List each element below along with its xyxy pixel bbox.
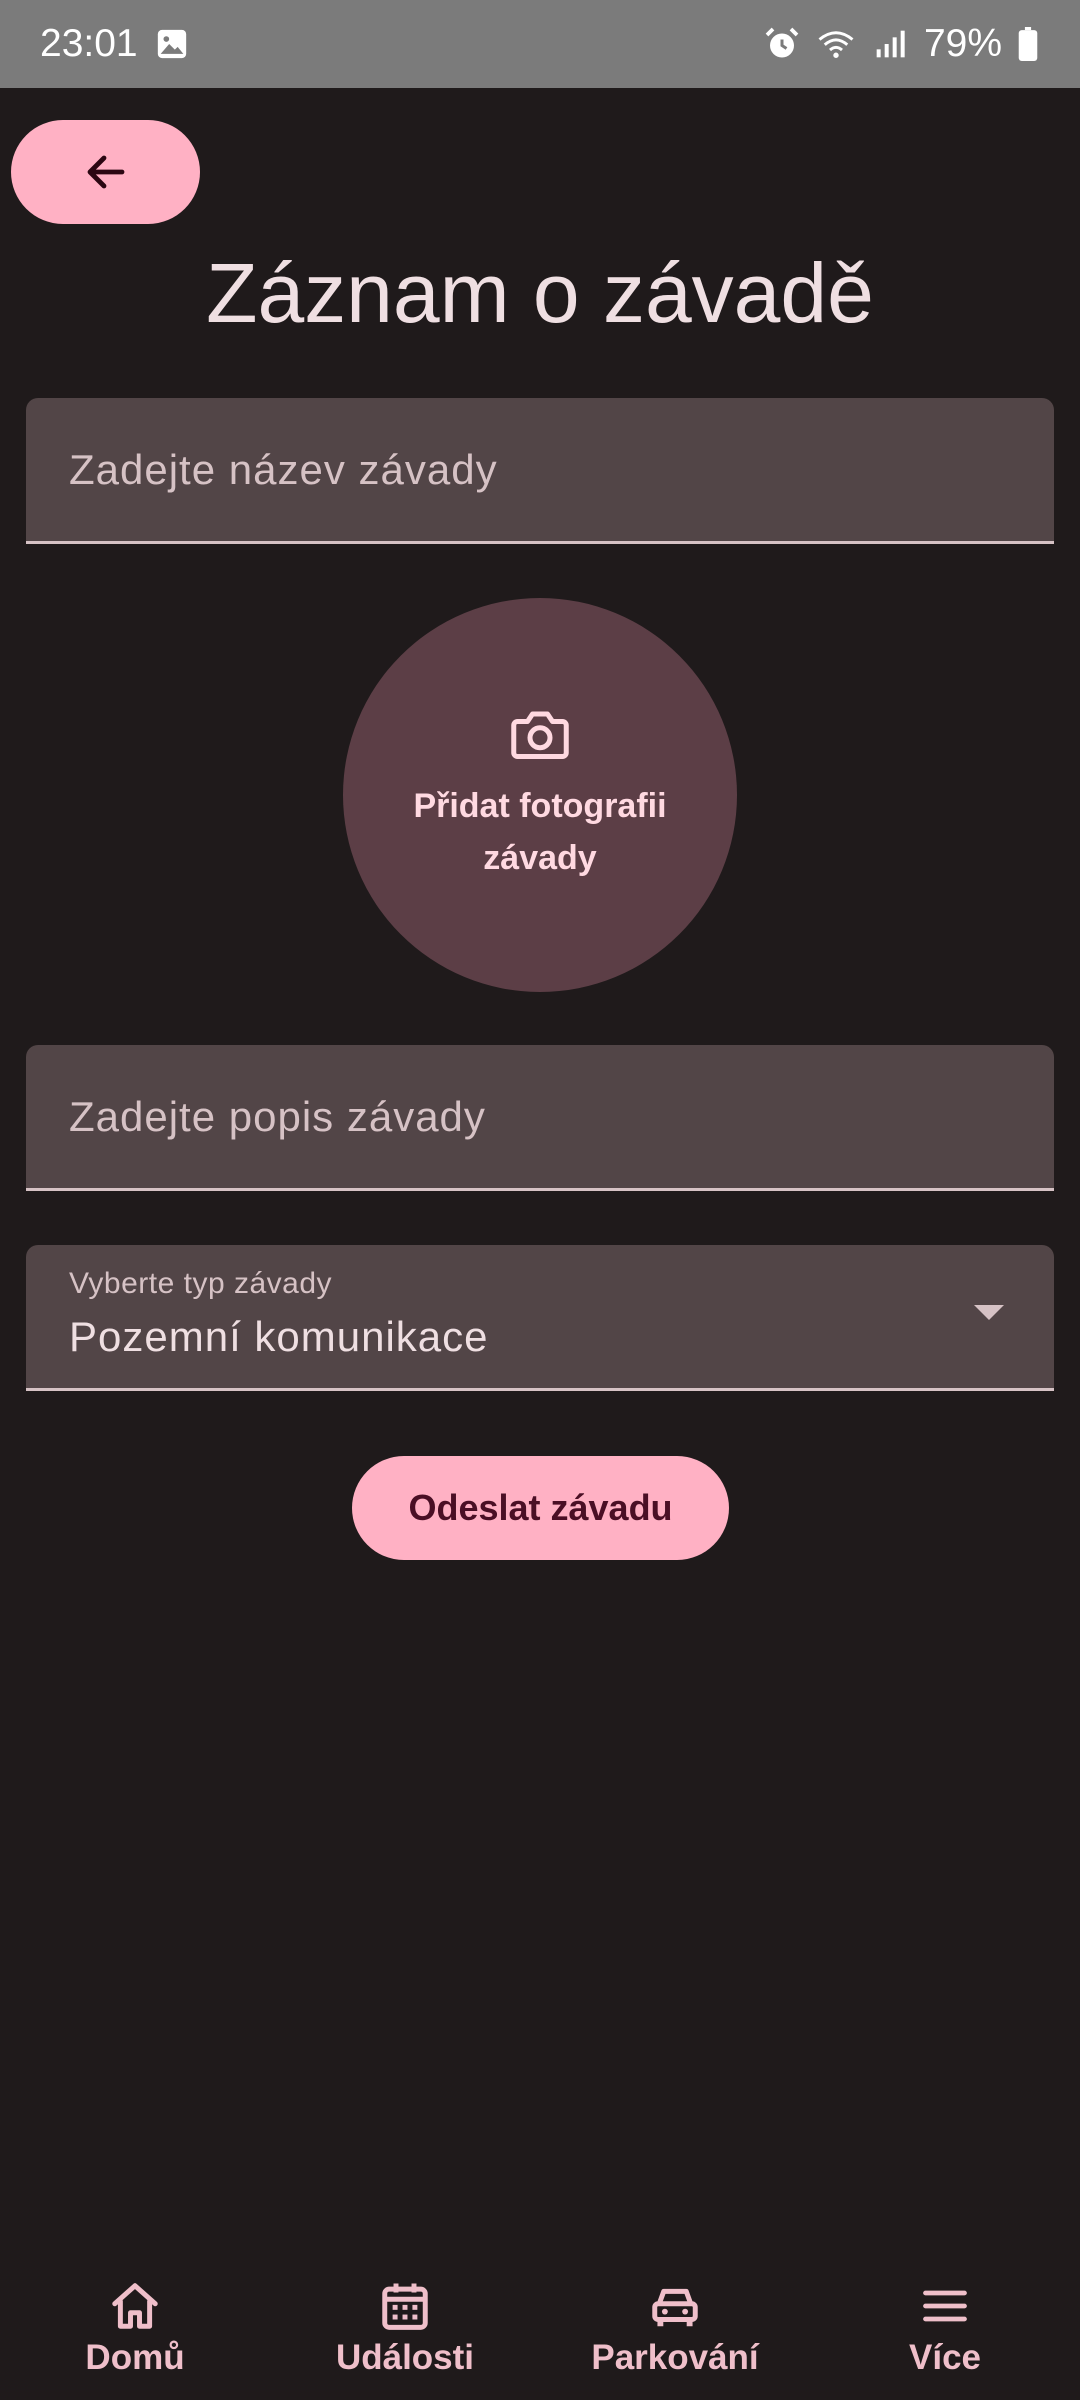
bottom-navigation: Domů Události Parkování Více	[0, 2250, 1080, 2400]
nav-item-parking[interactable]: Parkování	[540, 2250, 810, 2400]
back-button[interactable]	[11, 120, 200, 224]
nav-label-home: Domů	[85, 2338, 185, 2377]
camera-icon	[510, 706, 570, 762]
defect-type-value: Pozemní komunikace	[69, 1313, 489, 1360]
nav-label-more: Více	[909, 2338, 981, 2377]
defect-description-field[interactable]: Zadejte popis závady	[26, 1045, 1054, 1191]
status-left: 23:01	[40, 22, 192, 66]
defect-type-select[interactable]: Vyberte typ závady Pozemní komunikace	[26, 1245, 1054, 1391]
battery-icon	[1016, 24, 1040, 64]
status-right: 79%	[762, 22, 1040, 66]
gallery-icon	[152, 24, 192, 64]
defect-description-placeholder: Zadejte popis závady	[69, 1092, 486, 1140]
dropdown-arrow-icon	[974, 1305, 1004, 1320]
nav-label-parking: Parkování	[591, 2338, 759, 2377]
add-photo-label: Přidat fotografii závady	[413, 787, 667, 877]
nav-label-events: Události	[335, 2338, 475, 2377]
menu-icon	[915, 2276, 975, 2336]
defect-name-field[interactable]: Zadejte název závady	[26, 398, 1054, 544]
status-time: 23:01	[40, 22, 138, 65]
add-photo-button[interactable]: Přidat fotografii závady	[343, 598, 737, 992]
defect-name-placeholder: Zadejte název závady	[69, 445, 498, 493]
status-bar: 23:01 79%	[0, 0, 1080, 88]
wifi-icon	[816, 24, 856, 64]
defect-type-label: Vyberte typ závady	[69, 1267, 333, 1300]
alarm-icon	[762, 24, 802, 64]
signal-icon	[870, 24, 910, 64]
car-icon	[645, 2276, 705, 2336]
calendar-icon	[375, 2276, 435, 2336]
home-icon	[105, 2276, 165, 2336]
page-title: Záznam o závadě	[206, 246, 874, 340]
arrow-left-icon	[82, 148, 130, 196]
nav-item-more[interactable]: Více	[810, 2250, 1080, 2400]
nav-item-home[interactable]: Domů	[0, 2250, 270, 2400]
screen: 23:01 79% Záznam o závadě Zadejte název …	[0, 0, 1080, 2400]
nav-item-events[interactable]: Události	[270, 2250, 540, 2400]
submit-defect-button[interactable]: Odeslat závadu	[352, 1456, 729, 1560]
battery-percentage: 79%	[923, 22, 1002, 65]
